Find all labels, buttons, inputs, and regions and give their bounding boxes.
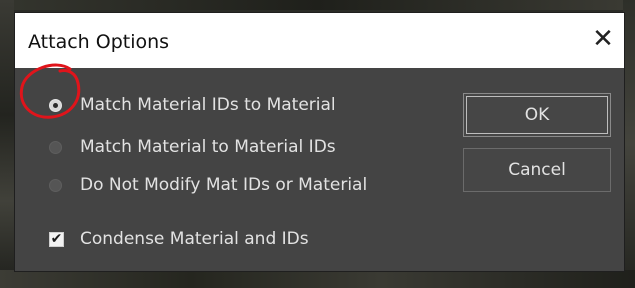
radio-selected-icon[interactable] bbox=[49, 98, 62, 112]
radio-unselected-icon[interactable] bbox=[49, 140, 62, 154]
checkbox-label: Condense Material and IDs bbox=[80, 229, 309, 249]
radio-label: Match Material IDs to Material bbox=[80, 95, 336, 115]
radio-option-do-not-modify[interactable]: Do Not Modify Mat IDs or Material bbox=[49, 173, 367, 197]
radio-unselected-icon[interactable] bbox=[49, 178, 62, 192]
radio-label: Do Not Modify Mat IDs or Material bbox=[80, 175, 368, 195]
condense-checkbox-row[interactable]: ✔ Condense Material and IDs bbox=[49, 227, 309, 251]
ok-button[interactable]: OK bbox=[463, 93, 611, 137]
background-bottom bbox=[0, 270, 635, 288]
cancel-button[interactable]: Cancel bbox=[463, 148, 611, 192]
radio-option-match-material-to-ids[interactable]: Match Material to Material IDs bbox=[49, 135, 336, 159]
dialog-title: Attach Options bbox=[28, 31, 170, 53]
close-icon[interactable]: ✕ bbox=[586, 22, 620, 56]
title-bar: Attach Options ✕ bbox=[15, 13, 624, 68]
checkbox-checked-icon[interactable]: ✔ bbox=[49, 231, 64, 247]
radio-option-match-ids-to-material[interactable]: Match Material IDs to Material bbox=[49, 93, 336, 117]
background-top bbox=[0, 0, 635, 10]
background-left bbox=[0, 0, 14, 288]
radio-label: Match Material to Material IDs bbox=[80, 137, 336, 157]
attach-options-dialog: Attach Options ✕ Match Material IDs to M… bbox=[14, 12, 625, 272]
